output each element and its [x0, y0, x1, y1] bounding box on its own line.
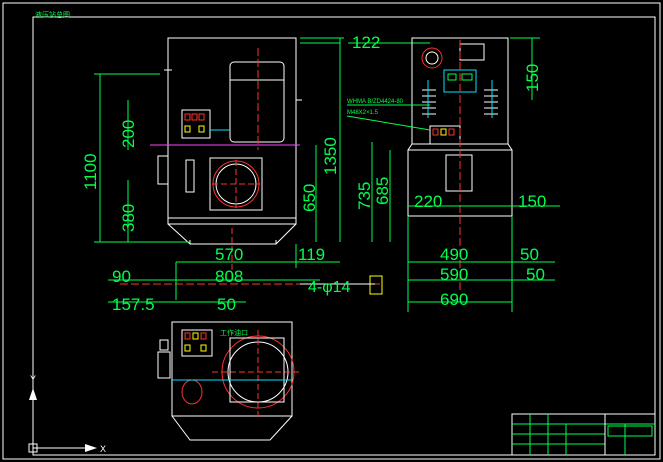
drawing-label: 液压站总图	[35, 10, 70, 19]
ucs-x-label: X	[100, 444, 106, 454]
dim-157-5: 157.5	[112, 295, 155, 314]
dim-50-front: 50	[217, 295, 236, 314]
dim-150-right: 150	[523, 64, 542, 92]
front-dimensions: 122 1100 200 380 1350 650 570 119 90 808…	[81, 33, 430, 314]
dim-570: 570	[215, 245, 243, 264]
valve-note-1: WHMA B/ZD4424-80	[347, 99, 404, 105]
dim-685: 685	[373, 177, 392, 205]
dim-1100: 1100	[81, 153, 100, 190]
dim-90: 90	[112, 267, 131, 286]
front-view	[120, 37, 380, 285]
dim-119: 119	[298, 245, 325, 264]
dim-490: 490	[440, 245, 468, 264]
ucs-icon: Y X	[28, 374, 106, 454]
title-block	[511, 413, 656, 456]
cad-drawing-canvas[interactable]: 液压站总图 122 1100 200 380 1350 650 570 119 …	[0, 0, 663, 462]
dim-1350: 1350	[321, 137, 340, 175]
drawing-svg[interactable]: 液压站总图 122 1100 200 380 1350 650 570 119 …	[0, 0, 663, 462]
dim-808: 808	[215, 267, 243, 286]
side-dimensions: 150 735 685 220 150 490 50 590 50 690	[355, 37, 560, 309]
dim-150: 150	[518, 192, 546, 211]
dim-50a: 50	[520, 245, 539, 264]
ucs-y-label: Y	[30, 374, 36, 384]
dim-735: 735	[355, 182, 374, 210]
dim-380: 380	[119, 204, 138, 232]
dim-590: 590	[440, 265, 468, 284]
outer-frame	[2, 2, 661, 460]
dim-200: 200	[119, 120, 138, 148]
valve-note-2: M48X2×1.5	[347, 110, 379, 116]
top-view: 工作油口	[157, 321, 300, 441]
dim-50b: 50	[526, 265, 545, 284]
dim-122: 122	[352, 33, 380, 52]
dim-690: 690	[440, 290, 468, 309]
oil-port-label: 工作油口	[220, 328, 248, 337]
dim-650: 650	[300, 184, 319, 212]
inner-frame	[32, 16, 656, 456]
dim-bolt-holes: 4-φ14	[308, 279, 351, 296]
dim-220: 220	[414, 192, 442, 211]
